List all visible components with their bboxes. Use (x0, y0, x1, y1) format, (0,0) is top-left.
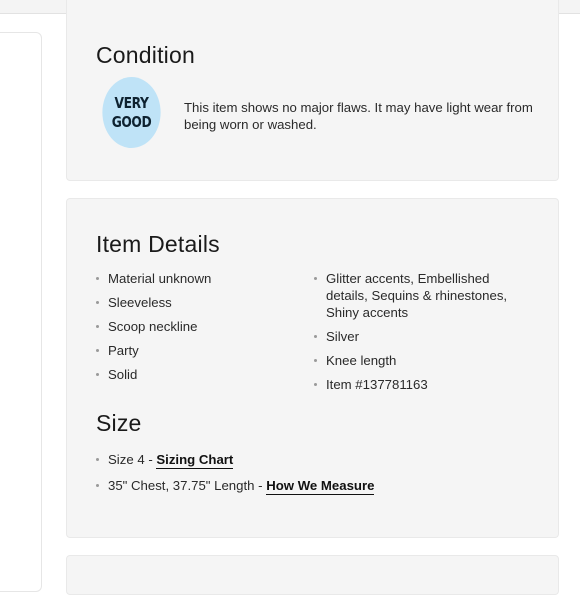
measurement-item: 35" Chest, 37.75" Length - How We Measur… (96, 477, 516, 495)
item-details-card: Item Details Material unknown Sleeveless… (66, 198, 559, 538)
list-item: Silver (314, 328, 524, 345)
list-item: Item #137781163 (314, 376, 524, 393)
next-card (66, 555, 559, 595)
condition-badge: VERY GOOD (102, 77, 161, 148)
item-details-title: Item Details (96, 231, 220, 257)
condition-card: Condition VERY GOOD This item shows no m… (66, 0, 559, 181)
condition-description: This item shows no major flaws. It may h… (184, 100, 533, 132)
size-text: Size 4 - (108, 452, 157, 467)
list-item: Glitter accents, Embellished details, Se… (314, 270, 524, 321)
list-item: Scoop neckline (96, 318, 296, 335)
left-panel (0, 32, 42, 592)
list-item: Knee length (314, 352, 524, 369)
list-item: Sleeveless (96, 294, 296, 311)
badge-line-2: GOOD (111, 112, 152, 131)
size-list: Size 4 - Sizing Chart 35" Chest, 37.75" … (96, 451, 516, 503)
badge-line-1: VERY (114, 93, 149, 112)
condition-title: Condition (96, 42, 195, 68)
size-title: Size (96, 410, 142, 436)
list-item: Material unknown (96, 270, 296, 287)
size-item: Size 4 - Sizing Chart (96, 451, 516, 469)
list-item: Party (96, 342, 296, 359)
details-list-left: Material unknown Sleeveless Scoop neckli… (96, 270, 296, 390)
measurement-text: 35" Chest, 37.75" Length - (108, 478, 267, 493)
sizing-chart-link[interactable]: Sizing Chart (156, 452, 234, 469)
list-item: Solid (96, 366, 296, 383)
details-list-right: Glitter accents, Embellished details, Se… (314, 270, 524, 400)
how-we-measure-link[interactable]: How We Measure (266, 478, 375, 495)
